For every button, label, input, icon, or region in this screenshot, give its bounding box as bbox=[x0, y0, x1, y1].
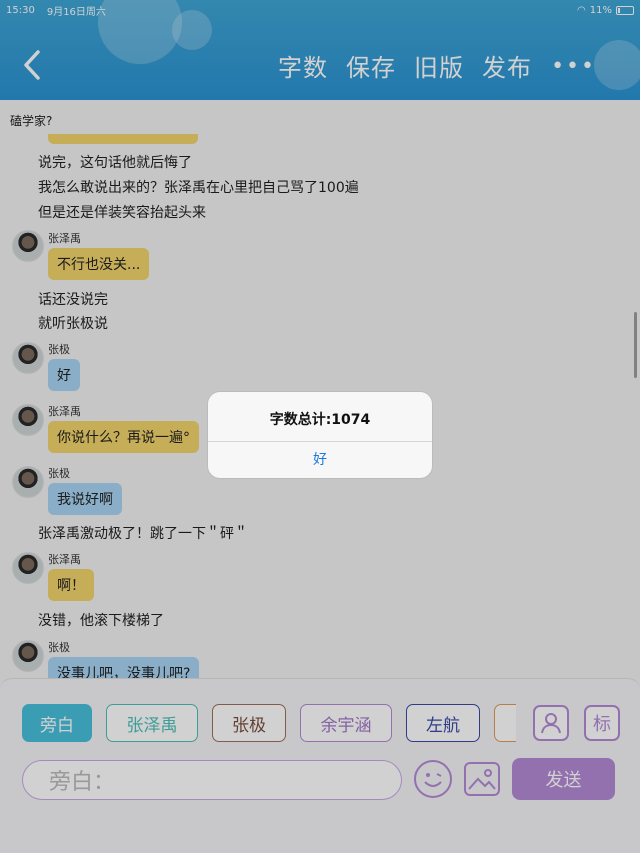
message-bubble[interactable]: 不行也没关... bbox=[48, 248, 150, 280]
battery-icon bbox=[616, 5, 634, 15]
save-button[interactable]: 保存 bbox=[346, 48, 396, 83]
avatar bbox=[12, 404, 44, 436]
word-count-alert: 字数总计:1074 好 bbox=[208, 392, 432, 478]
send-button[interactable]: 发送 bbox=[512, 758, 615, 800]
decor-bubble bbox=[594, 40, 640, 90]
top-bar: 15:30 9月16日周六 ◠ 11% 字数 保存 旧版 发布 ••• bbox=[0, 0, 640, 100]
chevron-left-icon bbox=[24, 50, 40, 80]
scrollbar[interactable] bbox=[634, 312, 637, 378]
role-button[interactable]: 余宇涵 bbox=[300, 704, 392, 742]
alert-ok-button[interactable]: 好 bbox=[208, 442, 432, 478]
role-selector[interactable]: 旁白 张泽禹 张极 余宇涵 左航 ... bbox=[22, 704, 516, 744]
message-bubble[interactable]: 没事儿吧，没事儿吧? bbox=[48, 657, 200, 678]
role-button[interactable]: 张极 bbox=[212, 704, 286, 742]
narration-line: 话还没说完 bbox=[38, 292, 108, 308]
sender-name: 张极 bbox=[48, 641, 70, 654]
alert-title: 字数总计:1074 bbox=[269, 412, 371, 428]
input-placeholder: 旁白： bbox=[49, 770, 116, 795]
sender-name: 张泽禹 bbox=[48, 405, 81, 418]
publish-button[interactable]: 发布 bbox=[482, 48, 532, 83]
narration-line: 说完，这句话他就后悔了 bbox=[38, 155, 192, 171]
image-button[interactable] bbox=[464, 762, 500, 796]
sender-name: 张极 bbox=[48, 343, 70, 356]
smiley-icon bbox=[424, 773, 442, 787]
avatar bbox=[12, 230, 44, 262]
status-time: 15:30 bbox=[6, 4, 35, 16]
role-narration-button[interactable]: 旁白 bbox=[22, 704, 92, 742]
tag-button[interactable]: 标 bbox=[584, 705, 620, 741]
status-right: ◠ 11% bbox=[577, 5, 634, 16]
avatar bbox=[12, 552, 44, 584]
role-button[interactable]: 左航 bbox=[406, 704, 480, 742]
narration-line: 就听张极说 bbox=[38, 316, 108, 332]
chat-area[interactable]: 磕学家? 说完，这句话他就后悔了 我怎么敢说出来的？张泽禹在心里把自己骂了100… bbox=[0, 100, 640, 678]
narration-line: 张泽禹激动极了！跳了一下＂砰＂ bbox=[38, 526, 248, 542]
back-button[interactable] bbox=[20, 48, 48, 82]
message-bubble[interactable]: 我说好啊 bbox=[48, 483, 122, 515]
person-icon bbox=[541, 713, 561, 734]
chat-fragment: 磕学家? bbox=[10, 114, 53, 128]
message-bubble[interactable]: 你说什么？再说一遍° bbox=[48, 421, 199, 453]
message-bubble[interactable]: 好 bbox=[48, 359, 80, 391]
narration-line: 我怎么敢说出来的？张泽禹在心里把自己骂了100遍 bbox=[38, 180, 359, 196]
message-bubble[interactable]: 啊！ bbox=[48, 569, 94, 601]
avatar bbox=[12, 640, 44, 672]
narration-line: 但是还是佯装笑容抬起头来 bbox=[38, 205, 206, 221]
more-button[interactable]: ••• bbox=[551, 54, 596, 79]
narration-line: 没错，他滚下楼梯了 bbox=[38, 613, 164, 629]
avatar bbox=[12, 466, 44, 498]
sender-name: 张泽禹 bbox=[48, 232, 81, 245]
emoji-button[interactable] bbox=[414, 760, 452, 798]
old-version-button[interactable]: 旧版 bbox=[414, 48, 464, 83]
sender-name: 张泽禹 bbox=[48, 553, 81, 566]
message-bubble-fragment bbox=[48, 134, 198, 144]
message-input[interactable]: 旁白： bbox=[22, 760, 402, 800]
image-icon bbox=[468, 769, 496, 790]
header-actions: 字数 保存 旧版 发布 bbox=[278, 48, 532, 83]
sender-name: 张极 bbox=[48, 467, 70, 480]
role-button[interactable]: ... bbox=[494, 704, 516, 742]
wifi-icon: ◠ bbox=[577, 4, 586, 16]
character-manage-button[interactable] bbox=[533, 705, 569, 741]
status-bar: 15:30 9月16日周六 ◠ 11% bbox=[6, 2, 634, 18]
role-button[interactable]: 张泽禹 bbox=[106, 704, 198, 742]
status-date: 9月16日周六 bbox=[46, 6, 106, 18]
battery-percent: 11% bbox=[589, 4, 612, 16]
avatar bbox=[12, 342, 44, 374]
word-count-button[interactable]: 字数 bbox=[278, 48, 328, 83]
